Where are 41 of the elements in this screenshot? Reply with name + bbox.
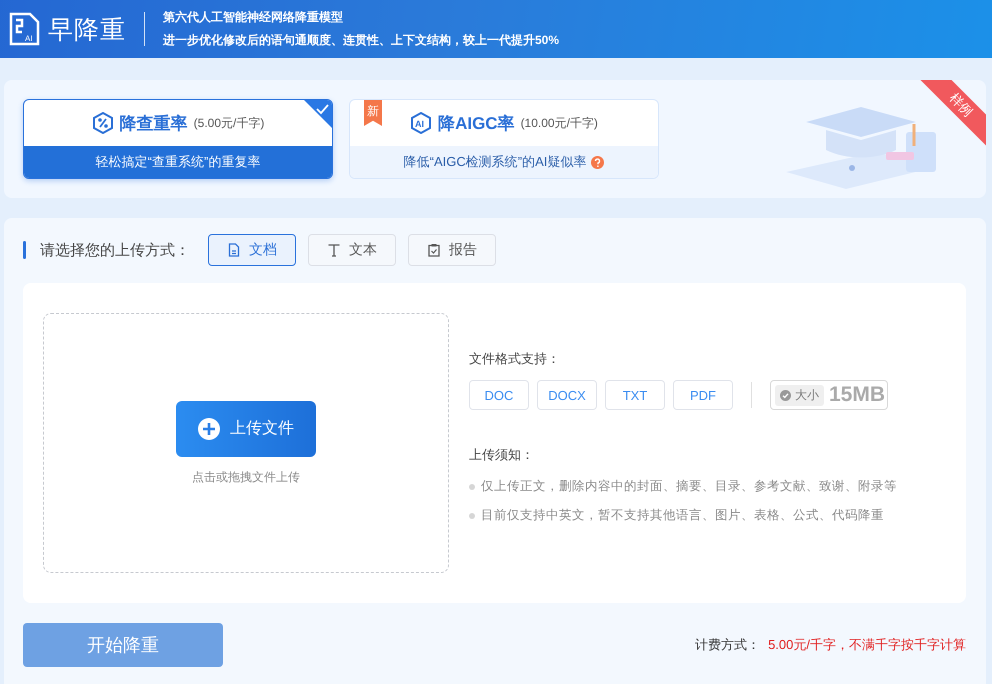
- logo-text: 早降重: [48, 14, 126, 46]
- mode-price: (5.00元/千字): [194, 114, 264, 132]
- notice-text: 目前仅支持中英文，暂不支持其他语言、图片、表格、公式、代码降重: [481, 507, 884, 524]
- format-tag: DOC: [469, 380, 529, 410]
- mode-title: 降AIGC率: [438, 112, 515, 134]
- format-tag: PDF: [673, 380, 733, 410]
- upload-hint: 点击或拖拽文件上传: [192, 468, 300, 486]
- mode-title: 降查重率: [120, 112, 188, 134]
- mode-card[interactable]: 降查重率 (5.00元/千字) 轻松搞定“查重系统”的重复率: [23, 99, 333, 179]
- plus-icon: [198, 418, 220, 440]
- price-label: 计费方式：: [695, 636, 760, 654]
- drop-zone[interactable]: 上传文件 点击或拖拽文件上传: [43, 313, 449, 573]
- format-tag: TXT: [605, 380, 665, 410]
- format-tag: DOCX: [537, 380, 597, 410]
- upload-method-label: 请选择您的上传方式：: [40, 240, 190, 260]
- price-text: 5.00元/千字，不满千字按千字计算: [768, 636, 966, 654]
- document-ai-icon: AI: [8, 12, 42, 46]
- help-icon[interactable]: [591, 156, 604, 168]
- upload-file-button[interactable]: 上传文件: [176, 400, 316, 456]
- mode-price: (10.00元/千字): [520, 114, 598, 132]
- mode-description: 降低“AIGC检测系统”的AI疑似率: [404, 153, 586, 171]
- size-value: 15MB: [829, 383, 886, 407]
- document-icon: [227, 243, 241, 257]
- notice-text: 仅上传正文，删除内容中的封面、摘要、目录、参考文献、致谢、附录等: [481, 478, 897, 495]
- formats-label: 文件格式支持：: [469, 350, 561, 368]
- mode-description: 轻松搞定“查重系统”的重复率: [96, 153, 260, 171]
- upload-method-tab[interactable]: 文档: [208, 234, 296, 266]
- percent-icon: [92, 112, 114, 134]
- clipboard-icon: [427, 243, 441, 257]
- ai-icon: AI: [410, 112, 432, 134]
- subline: 进一步优化修改后的语句通顺度、连贯性、上下文结构，较上一代提升50%: [163, 32, 560, 49]
- upload-method-tab[interactable]: 报告: [408, 234, 496, 266]
- upload-method-tab[interactable]: 文本: [308, 234, 396, 266]
- mode-card[interactable]: 新 AI 降AIGC率 (10.00元/千字) 降低“AIGC检测系统”的AI疑似率: [349, 99, 659, 179]
- notice-title: 上传须知：: [469, 446, 535, 464]
- check-circle-icon: [780, 390, 791, 400]
- headline: 第六代人工智能神经网络降重模型: [163, 9, 344, 26]
- check-icon: [304, 100, 332, 128]
- size-label: 大小: [775, 384, 824, 406]
- text-icon: [327, 243, 341, 257]
- new-badge: 新: [364, 100, 382, 126]
